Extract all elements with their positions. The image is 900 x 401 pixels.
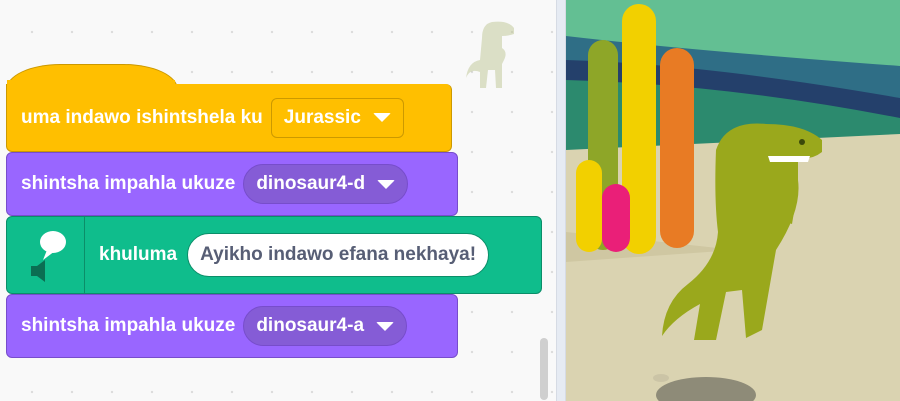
caret-down-icon	[376, 321, 395, 331]
costume-dropdown-value-2: dinosaur4-a	[256, 315, 365, 336]
code-area[interactable]: uma indawo ishintshela ku Jurassic shint…	[0, 0, 556, 401]
speak-label: khuluma	[99, 244, 178, 265]
dinosaur-sprite-icon	[466, 21, 514, 89]
speak-text-input[interactable]: Ayikho indawo efana nekhaya!	[187, 233, 490, 277]
switch-backdrop-label: uma indawo ishintshela ku	[21, 106, 263, 128]
switch-costume-block-2[interactable]: shintsha impahla ukuze dinosaur4-a	[6, 294, 458, 358]
hat-block-join	[7, 80, 175, 104]
speech-speaker-icon	[31, 231, 66, 282]
vertical-scrollbar[interactable]	[540, 338, 548, 400]
caret-down-icon	[377, 179, 396, 189]
caret-down-icon	[372, 113, 391, 122]
pane-divider	[556, 0, 566, 401]
costume-dropdown-value: dinosaur4-d	[256, 173, 366, 194]
backdrop-dropdown-value: Jurassic	[283, 106, 361, 128]
costume-dropdown-2[interactable]: dinosaur4-a	[243, 306, 408, 346]
switch-costume-block[interactable]: shintsha impahla ukuze dinosaur4-d	[6, 152, 458, 216]
costume-dropdown[interactable]: dinosaur4-d	[243, 164, 409, 204]
jurassic-backdrop	[566, 0, 900, 401]
switch-costume-label: shintsha impahla ukuze	[21, 173, 236, 194]
switch-costume-label-2: shintsha impahla ukuze	[21, 315, 236, 336]
extension-icon	[7, 217, 85, 293]
backdrop-dropdown[interactable]: Jurassic	[270, 97, 404, 138]
stage[interactable]	[566, 0, 900, 401]
speak-block[interactable]: khuluma Ayikho indawo efana nekhaya!	[6, 216, 542, 294]
